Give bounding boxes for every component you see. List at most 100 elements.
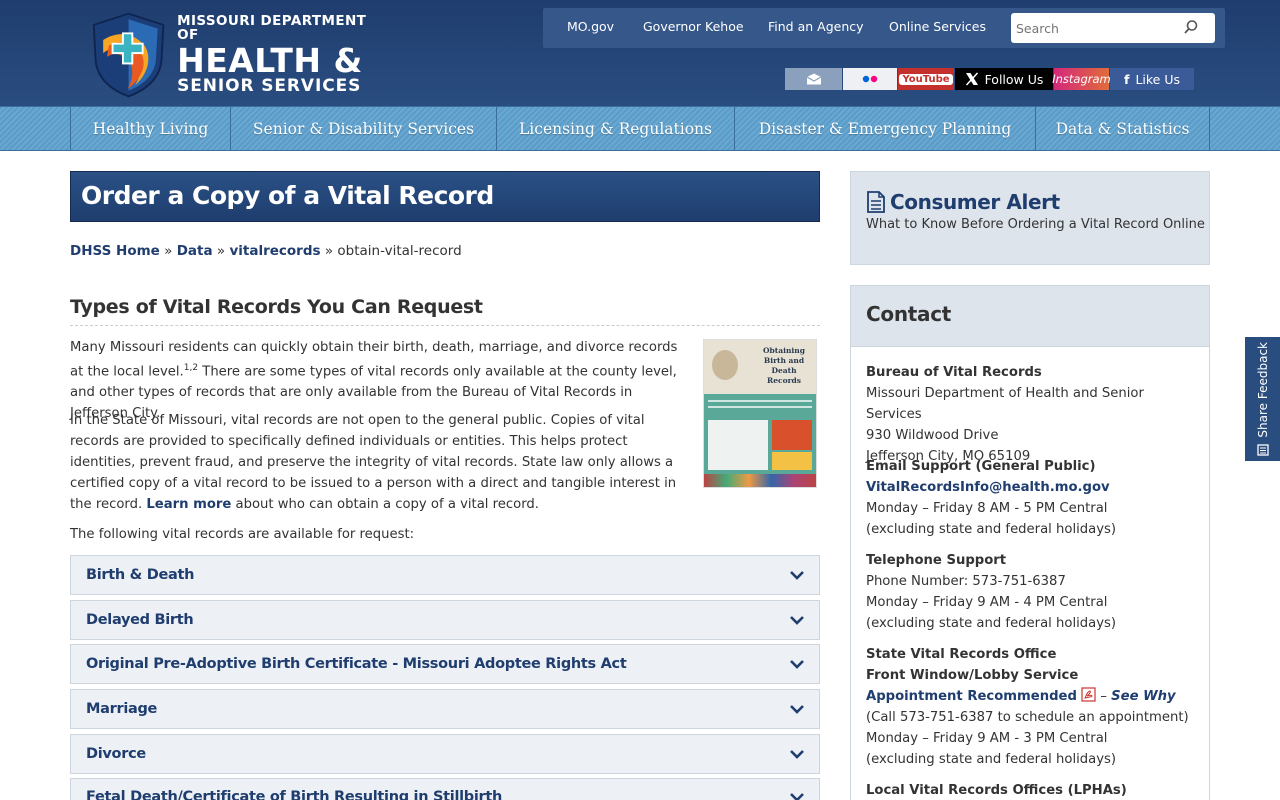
search-input[interactable] [1011,13,1181,43]
bureau-address: Bureau of Vital Records Missouri Departm… [866,362,1196,467]
see-why-link[interactable]: See Why [1111,689,1176,704]
contact-header: Contact [851,286,1209,347]
search-icon[interactable] [1183,19,1199,35]
office-note: (excluding state and federal holidays) [866,752,1117,767]
logo-line-2: HEALTH & [177,41,363,80]
accordion-label: Original Pre-Adoptive Birth Certificate … [86,656,627,672]
facebook-like-label: Like Us [1135,71,1180,87]
util-link-mo-gov[interactable]: MO.gov [567,19,614,34]
bureau-line-1: Missouri Department of Health and Senior… [866,386,1144,422]
site-logo[interactable]: MISSOURI DEPARTMENT OF HEALTH & SENIOR S… [90,8,380,102]
page-title: Order a Copy of a Vital Record [81,181,494,210]
office-hours: Monday – Friday 9 AM - 3 PM Central [866,731,1108,746]
accordion-label: Fetal Death/Certificate of Birth Resulti… [86,789,503,800]
email-support: Email Support (General Public) VitalReco… [866,456,1196,540]
breadcrumb: DHSS Home » Data » vitalrecords » obtain… [70,243,462,259]
logo-line-1: MISSOURI DEPARTMENT OF [177,13,367,43]
chevron-down-icon [790,660,804,669]
email-signup-button[interactable] [785,68,842,90]
consumer-alert-title: Consumer Alert [890,190,1060,214]
phone-hours: Monday – Friday 9 AM - 4 PM Central [866,595,1108,610]
accordion-delayed-birth[interactable]: Delayed Birth [70,600,820,640]
search-box [1011,13,1215,43]
consumer-alert-box[interactable]: Consumer Alert What to Know Before Order… [850,171,1210,265]
accordion-label: Divorce [86,746,146,762]
chevron-down-icon [790,571,804,580]
instagram-button[interactable]: Instagram [1052,68,1111,90]
nav-healthy-living[interactable]: Healthy Living [70,107,231,150]
contact-panel: Contact Bureau of Vital Records Missouri… [850,285,1210,800]
youtube-button[interactable]: YouTube [898,68,954,90]
accordion-fetal-death[interactable]: Fetal Death/Certificate of Birth Resulti… [70,778,820,800]
accordion-marriage[interactable]: Marriage [70,689,820,729]
envelope-icon [806,73,821,85]
utility-bar: MO.gov Governor Kehoe Find an Agency Onl… [543,8,1225,48]
email-note: (excluding state and federal holidays) [866,522,1117,537]
poster-title-3: Death Records [767,366,801,385]
contact-title: Contact [866,302,952,326]
bureau-line-2: 930 Wildwood Drive [866,428,999,443]
pdf-icon[interactable] [1081,687,1096,702]
accordion-label: Marriage [86,701,158,717]
youtube-icon: YouTube [899,73,953,85]
office-heading: State Vital Records Office Front Window/… [866,647,1079,683]
accordion-birth-death[interactable]: Birth & Death [70,555,820,595]
accordion-label: Birth & Death [86,567,195,583]
main-navigation: Healthy Living Senior & Disability Servi… [0,106,1280,151]
chevron-down-icon [790,705,804,714]
email-heading: Email Support (General Public) [866,459,1096,474]
telephone-support: Telephone Support Phone Number: 573-751-… [866,550,1196,634]
email-link[interactable]: VitalRecordsInfo@health.mo.gov [866,480,1110,495]
phone-note: (excluding state and federal holidays) [866,616,1117,631]
local-offices-heading[interactable]: Local Vital Records Offices (LPHAs) [866,783,1127,798]
consumer-alert-heading: Consumer Alert [866,190,1060,214]
poster-photo: Obtaining Birth and Death Records [704,340,816,394]
nav-disaster[interactable]: Disaster & Emergency Planning [735,107,1036,150]
breadcrumb-current: obtain-vital-record [337,243,462,259]
accordion-divorce[interactable]: Divorce [70,734,820,774]
local-offices: Local Vital Records Offices (LPHAs) [866,780,1196,800]
logo-text: MISSOURI DEPARTMENT OF HEALTH & SENIOR S… [177,13,380,96]
util-link-governor[interactable]: Governor Kehoe [643,19,744,34]
accordion-pre-adoptive[interactable]: Original Pre-Adoptive Birth Certificate … [70,644,820,684]
section-title: Types of Vital Records You Can Request [70,296,483,318]
x-follow-button[interactable]: Follow Us [955,68,1053,90]
instagram-label: Instagram [1052,72,1111,86]
flickr-icon [862,75,878,83]
breadcrumb-data[interactable]: Data [177,243,213,259]
breadcrumb-separator: » [216,243,226,259]
page-title-bar: Order a Copy of a Vital Record [70,171,820,222]
feedback-icon [1256,444,1269,456]
nav-licensing[interactable]: Licensing & Regulations [497,107,735,150]
appointment-link[interactable]: Appointment Recommended [866,689,1077,704]
document-icon [867,191,885,213]
phone-number: Phone Number: 573-751-6387 [866,574,1066,589]
facebook-like-button[interactable]: f Like Us [1110,68,1194,90]
learn-more-link[interactable]: Learn more [146,497,231,512]
breadcrumb-vitalrecords[interactable]: vitalrecords [229,243,320,259]
nav-senior-disability[interactable]: Senior & Disability Services [231,107,497,150]
front-window-service: State Vital Records Office Front Window/… [866,644,1196,770]
obtaining-records-poster[interactable]: Obtaining Birth and Death Records [703,339,817,488]
facebook-icon: f [1123,71,1130,87]
phone-heading: Telephone Support [866,553,1007,568]
share-feedback-label: Share Feedback [1255,342,1270,438]
flickr-button[interactable] [843,68,897,90]
poster-title-1: Obtaining [763,346,805,355]
footnote-ref[interactable]: 1,2 [184,363,198,373]
util-link-find-agency[interactable]: Find an Agency [768,19,864,34]
poster-title-2: Birth and [763,356,805,365]
chevron-down-icon [790,750,804,759]
breadcrumb-home[interactable]: DHSS Home [70,243,160,259]
x-logo-icon [965,72,978,86]
util-link-online-services[interactable]: Online Services [889,19,986,34]
section-heading: Types of Vital Records You Can Request [70,296,820,326]
share-feedback-tab[interactable]: Share Feedback [1245,337,1280,461]
chevron-down-icon [790,616,804,625]
privacy-paragraph: In the State of Missouri, vital records … [70,410,688,515]
office-call: (Call 573-751-6387 to schedule an appoin… [866,710,1189,725]
email-hours: Monday – Friday 8 AM - 5 PM Central [866,501,1108,516]
accordion-label: Delayed Birth [86,612,194,628]
nav-data-statistics[interactable]: Data & Statistics [1036,107,1210,150]
logo-line-3: SENIOR SERVICES [177,76,362,96]
